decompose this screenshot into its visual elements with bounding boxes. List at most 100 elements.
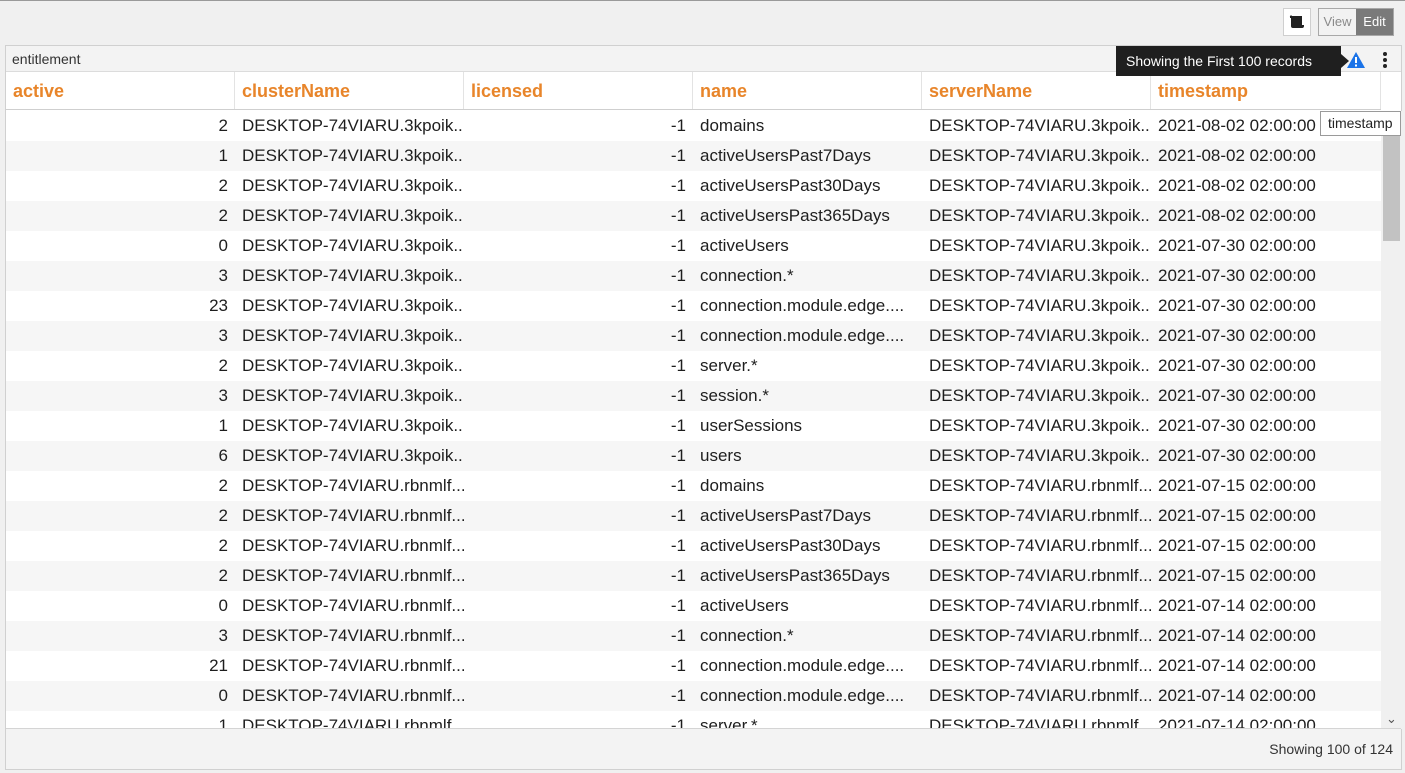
- cell-servername: DESKTOP-74VIARU.3kpoik...: [929, 176, 1151, 195]
- view-edit-toggle: View Edit: [1318, 8, 1394, 36]
- cell-name: connection.module.edge....: [700, 326, 905, 345]
- warning-icon[interactable]: [1346, 51, 1366, 74]
- cell-servername: DESKTOP-74VIARU.3kpoik...: [929, 356, 1151, 375]
- cell-name: activeUsers: [700, 596, 789, 615]
- cell-active: 6: [218, 446, 228, 465]
- table-row[interactable]: 2 DESKTOP-74VIARU.rbnmlf... -1 domains DESKT…: [6, 471, 1381, 501]
- cell-timestamp: 2021-07-14 02:00:00: [1158, 656, 1316, 675]
- cell-licensed: -1: [670, 266, 686, 285]
- cell-servername: DESKTOP-74VIARU.rbnmlf...: [929, 506, 1151, 525]
- cell-servername: DESKTOP-74VIARU.rbnmlf...: [929, 536, 1151, 555]
- table-row[interactable]: 2 DESKTOP-74VIARU.3kpoik... -1 activeUsersP…: [6, 171, 1381, 201]
- cell-servername: DESKTOP-74VIARU.rbnmlf...: [929, 476, 1151, 495]
- column-header-servername[interactable]: serverName: [922, 72, 1151, 109]
- cell-clustername: DESKTOP-74VIARU.rbnmlf...: [242, 476, 464, 495]
- cell-active: 0: [218, 686, 228, 705]
- table-row[interactable]: 2 DESKTOP-74VIARU.3kpoik... -1 activeUsersP…: [6, 201, 1381, 231]
- view-button[interactable]: View: [1319, 9, 1356, 35]
- cell-name: connection.*: [700, 626, 794, 645]
- column-header-licensed[interactable]: licensed: [464, 72, 693, 109]
- cell-timestamp: 2021-07-15 02:00:00: [1158, 476, 1316, 495]
- cell-name: activeUsersPast30Days: [700, 176, 881, 195]
- records-limit-toast: Showing the First 100 records: [1116, 46, 1349, 76]
- table-row[interactable]: 3 DESKTOP-74VIARU.rbnmlf... -1 connection.*…: [6, 621, 1381, 651]
- cell-timestamp: 2021-07-14 02:00:00: [1158, 686, 1316, 705]
- cell-clustername: DESKTOP-74VIARU.rbnmlf...: [242, 656, 464, 675]
- cell-name: activeUsers: [700, 236, 789, 255]
- table-row[interactable]: 0 DESKTOP-74VIARU.rbnmlf... -1 connection.m…: [6, 681, 1381, 711]
- column-header-timestamp[interactable]: timestamp: [1151, 72, 1381, 109]
- cell-active: 2: [218, 356, 228, 375]
- cell-servername: DESKTOP-74VIARU.rbnmlf...: [929, 716, 1151, 729]
- cell-active: 2: [218, 566, 228, 585]
- cell-name: activeUsersPast30Days: [700, 536, 881, 555]
- cell-licensed: -1: [670, 536, 686, 555]
- table-row[interactable]: 1 DESKTOP-74VIARU.rbnmlf... -1 server.* DESK…: [6, 711, 1381, 729]
- table-row[interactable]: 3 DESKTOP-74VIARU.3kpoik... -1 session.* DES…: [6, 381, 1381, 411]
- cell-licensed: -1: [670, 626, 686, 645]
- cell-timestamp: 2021-08-02 02:00:00: [1158, 146, 1316, 165]
- table-row[interactable]: 6 DESKTOP-74VIARU.3kpoik... -1 users DESKTOP…: [6, 441, 1381, 471]
- cell-name: activeUsersPast7Days: [700, 506, 872, 525]
- cell-clustername: DESKTOP-74VIARU.3kpoik...: [242, 266, 464, 285]
- table-panel: entitlement Showing the First 100 record…: [5, 45, 1402, 770]
- table-row[interactable]: 3 DESKTOP-74VIARU.3kpoik... -1 connection.*…: [6, 261, 1381, 291]
- cell-timestamp: 2021-07-15 02:00:00: [1158, 566, 1316, 585]
- cell-timestamp: 2021-07-30 02:00:00: [1158, 386, 1316, 405]
- scroll-icon[interactable]: [1283, 8, 1311, 36]
- cell-licensed: -1: [670, 116, 686, 135]
- cell-licensed: -1: [670, 416, 686, 435]
- column-tooltip: timestamp: [1320, 111, 1401, 136]
- table-row[interactable]: 1 DESKTOP-74VIARU.3kpoik... -1 userSessions…: [6, 411, 1381, 441]
- chevron-down-icon[interactable]: ⌄: [1386, 711, 1397, 727]
- table-row[interactable]: 23 DESKTOP-74VIARU.3kpoik... -1 connection.…: [6, 291, 1381, 321]
- column-header-clustername[interactable]: clusterName: [235, 72, 464, 109]
- cell-active: 3: [218, 266, 228, 285]
- cell-timestamp: 2021-07-30 02:00:00: [1158, 326, 1316, 345]
- cell-timestamp: 2021-08-02 02:00:00: [1158, 176, 1316, 195]
- table-row[interactable]: 2 DESKTOP-74VIARU.rbnmlf... -1 activeUsersP…: [6, 531, 1381, 561]
- cell-licensed: -1: [670, 476, 686, 495]
- more-vertical-icon[interactable]: [1380, 51, 1390, 69]
- cell-name: connection.*: [700, 266, 794, 285]
- cell-licensed: -1: [670, 236, 686, 255]
- cell-licensed: -1: [670, 686, 686, 705]
- table-row[interactable]: 2 DESKTOP-74VIARU.rbnmlf... -1 activeUsersP…: [6, 501, 1381, 531]
- table-row[interactable]: 0 DESKTOP-74VIARU.rbnmlf... -1 activeUsers D…: [6, 591, 1381, 621]
- cell-active: 2: [218, 506, 228, 525]
- table-row[interactable]: 2 DESKTOP-74VIARU.3kpoik... -1 server.* DESK…: [6, 351, 1381, 381]
- cell-timestamp: 2021-07-30 02:00:00: [1158, 446, 1316, 465]
- table-row[interactable]: 2 DESKTOP-74VIARU.rbnmlf... -1 activeUsersP…: [6, 561, 1381, 591]
- cell-licensed: -1: [670, 296, 686, 315]
- cell-licensed: -1: [670, 716, 686, 729]
- cell-clustername: DESKTOP-74VIARU.3kpoik...: [242, 416, 464, 435]
- vertical-scrollbar[interactable]: ⌄: [1381, 111, 1402, 729]
- table-row[interactable]: 3 DESKTOP-74VIARU.3kpoik... -1 connection.m…: [6, 321, 1381, 351]
- cell-clustername: DESKTOP-74VIARU.rbnmlf...: [242, 536, 464, 555]
- cell-active: 2: [218, 476, 228, 495]
- column-header-active[interactable]: active: [6, 72, 235, 109]
- cell-servername: DESKTOP-74VIARU.3kpoik...: [929, 386, 1151, 405]
- cell-active: 3: [218, 626, 228, 645]
- cell-servername: DESKTOP-74VIARU.rbnmlf...: [929, 626, 1151, 645]
- cell-name: connection.module.edge....: [700, 686, 905, 705]
- cell-timestamp: 2021-07-30 02:00:00: [1158, 356, 1316, 375]
- cell-clustername: DESKTOP-74VIARU.rbnmlf...: [242, 506, 464, 525]
- cell-clustername: DESKTOP-74VIARU.rbnmlf...: [242, 626, 464, 645]
- table-row[interactable]: 0 DESKTOP-74VIARU.3kpoik... -1 activeUsers D…: [6, 231, 1381, 261]
- cell-timestamp: 2021-07-15 02:00:00: [1158, 506, 1316, 525]
- scrollbar-thumb[interactable]: [1383, 136, 1400, 241]
- table-row[interactable]: 21 DESKTOP-74VIARU.rbnmlf... -1 connection.…: [6, 651, 1381, 681]
- cell-licensed: -1: [670, 506, 686, 525]
- cell-name: domains: [700, 476, 765, 495]
- cell-clustername: DESKTOP-74VIARU.3kpoik...: [242, 116, 464, 135]
- cell-servername: DESKTOP-74VIARU.3kpoik...: [929, 116, 1151, 135]
- cell-active: 3: [218, 386, 228, 405]
- column-header-name[interactable]: name: [693, 72, 922, 109]
- table-row[interactable]: 2 DESKTOP-74VIARU.3kpoik... -1 domains DESKT…: [6, 111, 1381, 141]
- cell-licensed: -1: [670, 356, 686, 375]
- edit-button[interactable]: Edit: [1356, 9, 1393, 35]
- table-row[interactable]: 1 DESKTOP-74VIARU.3kpoik... -1 activeUsersP…: [6, 141, 1381, 171]
- cell-licensed: -1: [670, 176, 686, 195]
- cell-clustername: DESKTOP-74VIARU.rbnmlf...: [242, 566, 464, 585]
